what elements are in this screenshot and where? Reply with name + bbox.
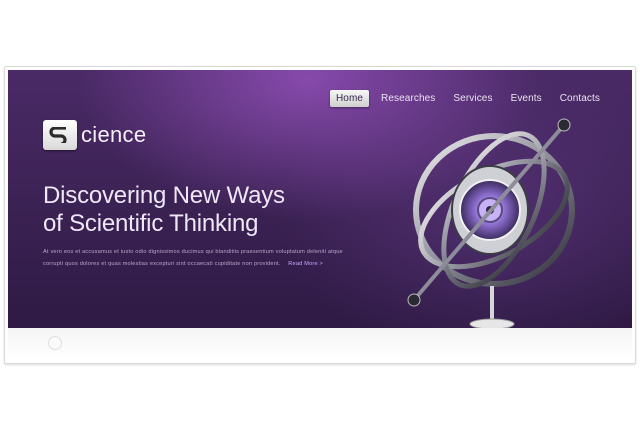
nav-services[interactable]: Services [447,90,498,107]
footer-strip [8,328,632,360]
read-more-link[interactable]: Read More > [288,261,323,267]
hero-banner: Home Researches Services Events Contacts… [8,70,632,328]
headline-line-2: of Scientific Thinking [43,210,259,237]
nav-home[interactable]: Home [329,90,370,107]
footer-circle [48,336,62,350]
gyroscope-illustration [407,118,575,328]
hero-headline: Discovering New Ways of Scientific Think… [43,182,343,238]
site-logo[interactable]: cience [43,120,146,150]
logo-s-icon [43,120,77,150]
nav-contacts[interactable]: Contacts [554,90,606,107]
headline-line-1: Discovering New Ways [43,182,285,209]
logo-text: cience [81,122,147,147]
nav-researches[interactable]: Researches [375,90,441,107]
main-nav: Home Researches Services Events Contacts [329,90,606,107]
nav-events[interactable]: Events [505,90,548,107]
hero-body: At vero eos et accusamus et iusto odio d… [43,246,353,270]
screenshot-frame: Home Researches Services Events Contacts… [4,66,636,364]
